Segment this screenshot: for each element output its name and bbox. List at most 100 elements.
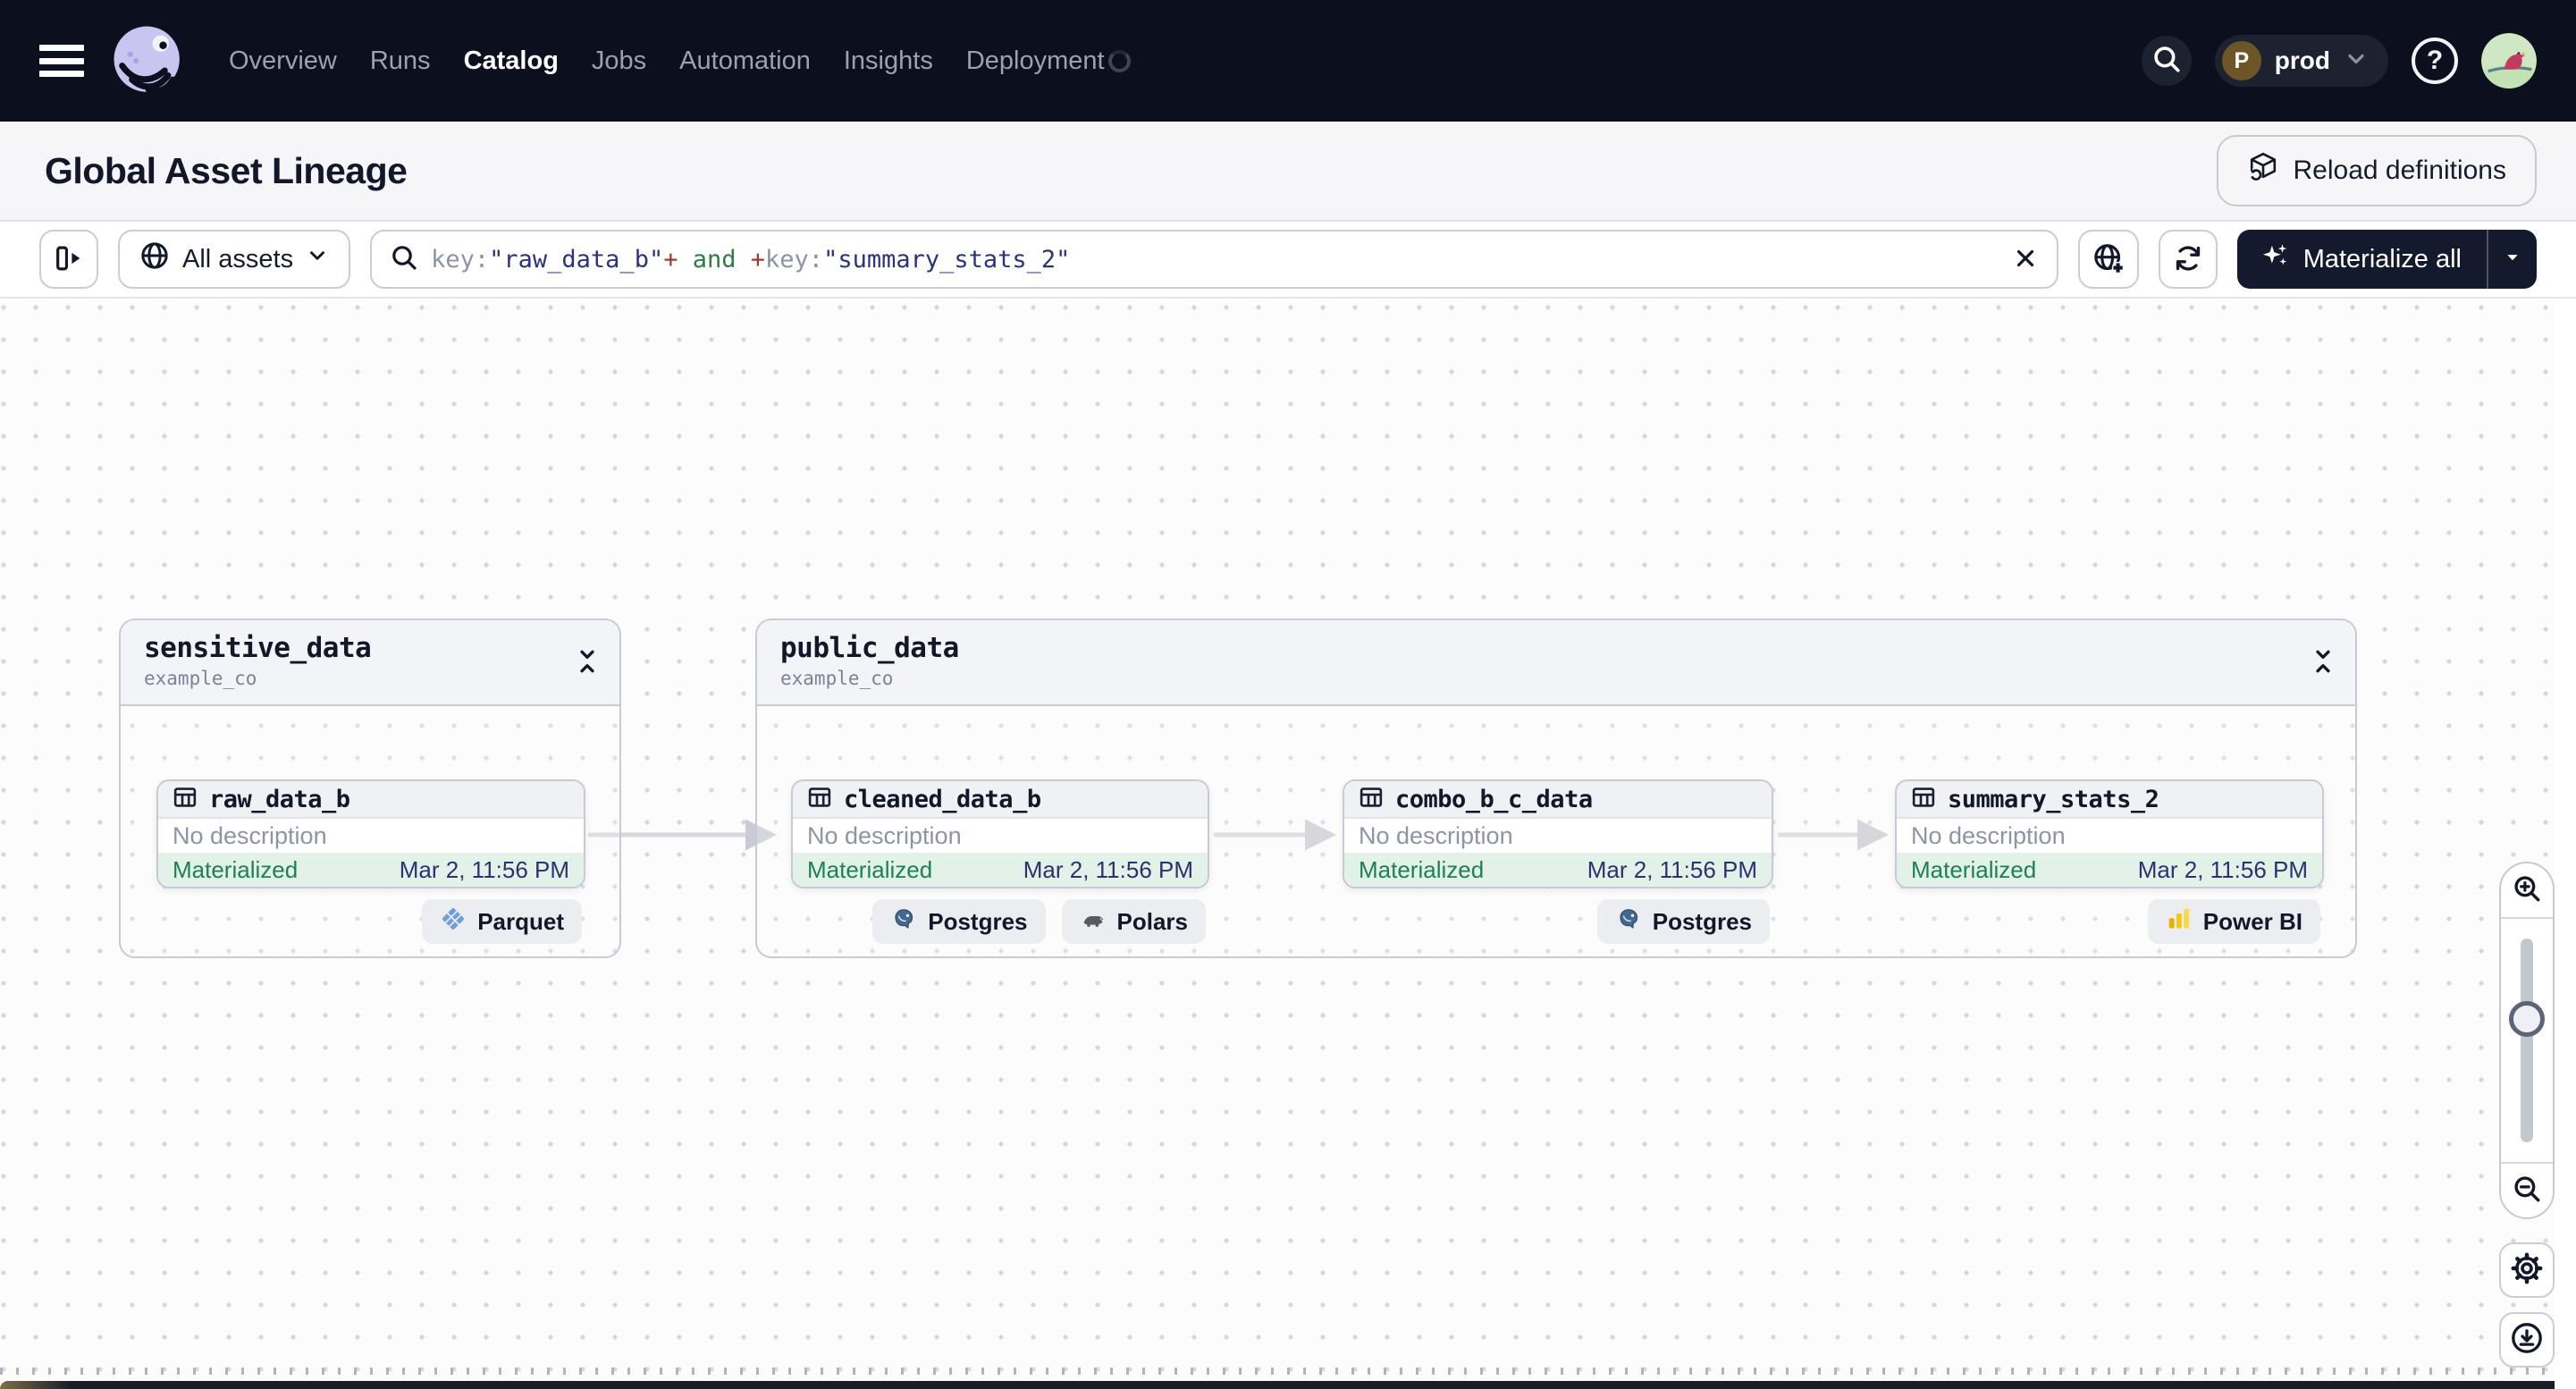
search-icon [2151,44,2182,79]
asset-name: raw_data_b [209,785,350,813]
status-timestamp: Mar 2, 11:56 PM [2137,855,2308,883]
lineage-canvas[interactable]: sensitive_data example_co raw_data_b No des… [0,300,2576,1389]
close-icon [2012,245,2039,274]
search-button[interactable] [2141,36,2192,86]
status-badge: Materialized [807,855,933,883]
asset-node[interactable]: summary_stats_2 No description Materialize… [1895,779,2324,888]
materialize-menu-button[interactable] [2487,230,2537,289]
deployment-loading-spinner [1107,49,1131,72]
zoom-slider-handle[interactable] [2509,1001,2545,1037]
asset-tag[interactable]: Parquet [422,899,582,944]
asset-description: No description [158,819,584,853]
toggle-sidebar-button[interactable] [39,230,98,289]
group-header: public_data example_co [757,620,2355,706]
external-assets-button[interactable] [2077,230,2139,289]
nav-item-catalog[interactable]: Catalog [464,46,559,76]
nav-item-jobs[interactable]: Jobs [592,46,646,76]
bottom-ruler [0,1368,2553,1375]
status-timestamp: Mar 2, 11:56 PM [1023,855,1193,883]
environment-label: prod [2274,46,2330,74]
asset-node-header: summary_stats_2 [1897,781,2322,819]
postgres-icon [1615,905,1642,939]
right-gutter [2555,300,2576,1389]
asset-node[interactable]: combo_b_c_data No description Materialized… [1343,779,1773,888]
asset-node-header: combo_b_c_data [1344,781,1772,819]
zoom-slider-track[interactable] [2521,939,2533,1142]
table-icon [1911,785,1936,814]
table-icon [807,785,832,814]
asset-name: combo_b_c_data [1395,785,1593,813]
clear-search-button[interactable] [2012,245,2039,274]
asset-tag[interactable]: Polars [1061,899,1206,944]
asset-tags-row: Postgres [1343,899,1773,944]
nav-item-overview[interactable]: Overview [229,46,337,76]
asset-node-header: raw_data_b [158,781,584,819]
panel-toggle-icon [54,243,84,276]
reload-definitions-label: Reload definitions [2293,156,2507,185]
asset-name: cleaned_data_b [844,785,1041,813]
hamburger-menu-button[interactable] [39,45,84,77]
asset-description: No description [1344,819,1772,853]
globe-plus-icon [2092,242,2125,277]
page-title: Global Asset Lineage [45,149,408,191]
status-timestamp: Mar 2, 11:56 PM [1587,855,1757,883]
globe-icon [139,240,170,278]
search-query-token: and [678,245,751,274]
nav-item-runs[interactable]: Runs [370,46,431,76]
group-location: example_co [780,668,894,689]
zoom-in-button[interactable] [2501,863,2553,919]
zoom-slider[interactable] [2501,919,2553,1162]
asset-tag-label: Postgres [928,907,1028,935]
asset-tag[interactable]: Postgres [872,899,1046,944]
status-badge: Materialized [173,855,299,883]
polars-icon [1080,905,1107,939]
asset-tag[interactable]: Postgres [1596,899,1770,944]
collapse-group-button[interactable] [575,649,600,677]
collapse-group-button[interactable] [2311,649,2336,677]
parquet-icon [440,905,467,939]
topbar-right-cluster: P prod ? [2141,33,2537,88]
zoom-out-button[interactable] [2501,1162,2553,1217]
refresh-icon [2173,243,2203,276]
help-button[interactable]: ? [2412,38,2458,84]
status-badge: Materialized [1911,855,2037,883]
asset-tags-row: Parquet [156,899,585,944]
download-image-button[interactable] [2499,1312,2555,1368]
refresh-button[interactable] [2158,230,2218,289]
scope-chevron-icon [306,244,329,274]
asset-status-row: Materialized Mar 2, 11:56 PM [793,853,1208,887]
lineage-toolbar: All assets key:"raw_data_b"+ and +key:"s… [0,222,2576,299]
asset-node-header: cleaned_data_b [793,781,1208,819]
chevron-down-icon [2344,46,2369,76]
asset-node[interactable]: raw_data_b No description Materialized Mar … [156,779,585,888]
nav-item-automation[interactable]: Automation [679,46,811,76]
zoom-out-icon [2512,1174,2542,1208]
bottom-bar [0,1381,2555,1389]
search-icon [390,243,418,276]
gear-icon [2510,1251,2544,1290]
user-avatar[interactable] [2481,33,2537,88]
materialize-all-button[interactable]: Materialize all [2236,230,2537,289]
asset-tag[interactable]: Power BI [2147,899,2320,944]
dagster-logo [109,21,188,100]
group-header: sensitive_data example_co [121,620,619,706]
table-icon [173,785,198,814]
nav-item-insights[interactable]: Insights [844,46,933,76]
materialize-all-main[interactable]: Materialize all [2237,230,2487,289]
status-badge: Materialized [1359,855,1485,883]
asset-tag-label: Polars [1116,907,1189,935]
search-query-token: "summary_stats_2" [823,245,1071,274]
caret-down-icon [2501,246,2524,274]
help-icon: ? [2426,46,2444,75]
graph-settings-button[interactable] [2499,1242,2555,1298]
reload-definitions-button[interactable]: Reload definitions [2216,135,2537,206]
asset-scope-dropdown[interactable]: All assets [118,230,351,289]
status-timestamp: Mar 2, 11:56 PM [399,855,569,883]
top-navigation-bar: Overview Runs Catalog Jobs Automation Insight… [0,0,2576,122]
environment-switcher[interactable]: P prod [2214,35,2388,87]
nav-item-deployment[interactable]: Deployment [966,46,1105,76]
group-location: example_co [144,668,257,689]
asset-node[interactable]: cleaned_data_b No description Materialized… [791,779,1209,888]
asset-status-row: Materialized Mar 2, 11:56 PM [1897,853,2322,887]
asset-search-input[interactable]: key:"raw_data_b"+ and +key:"summary_stat… [370,230,2058,289]
